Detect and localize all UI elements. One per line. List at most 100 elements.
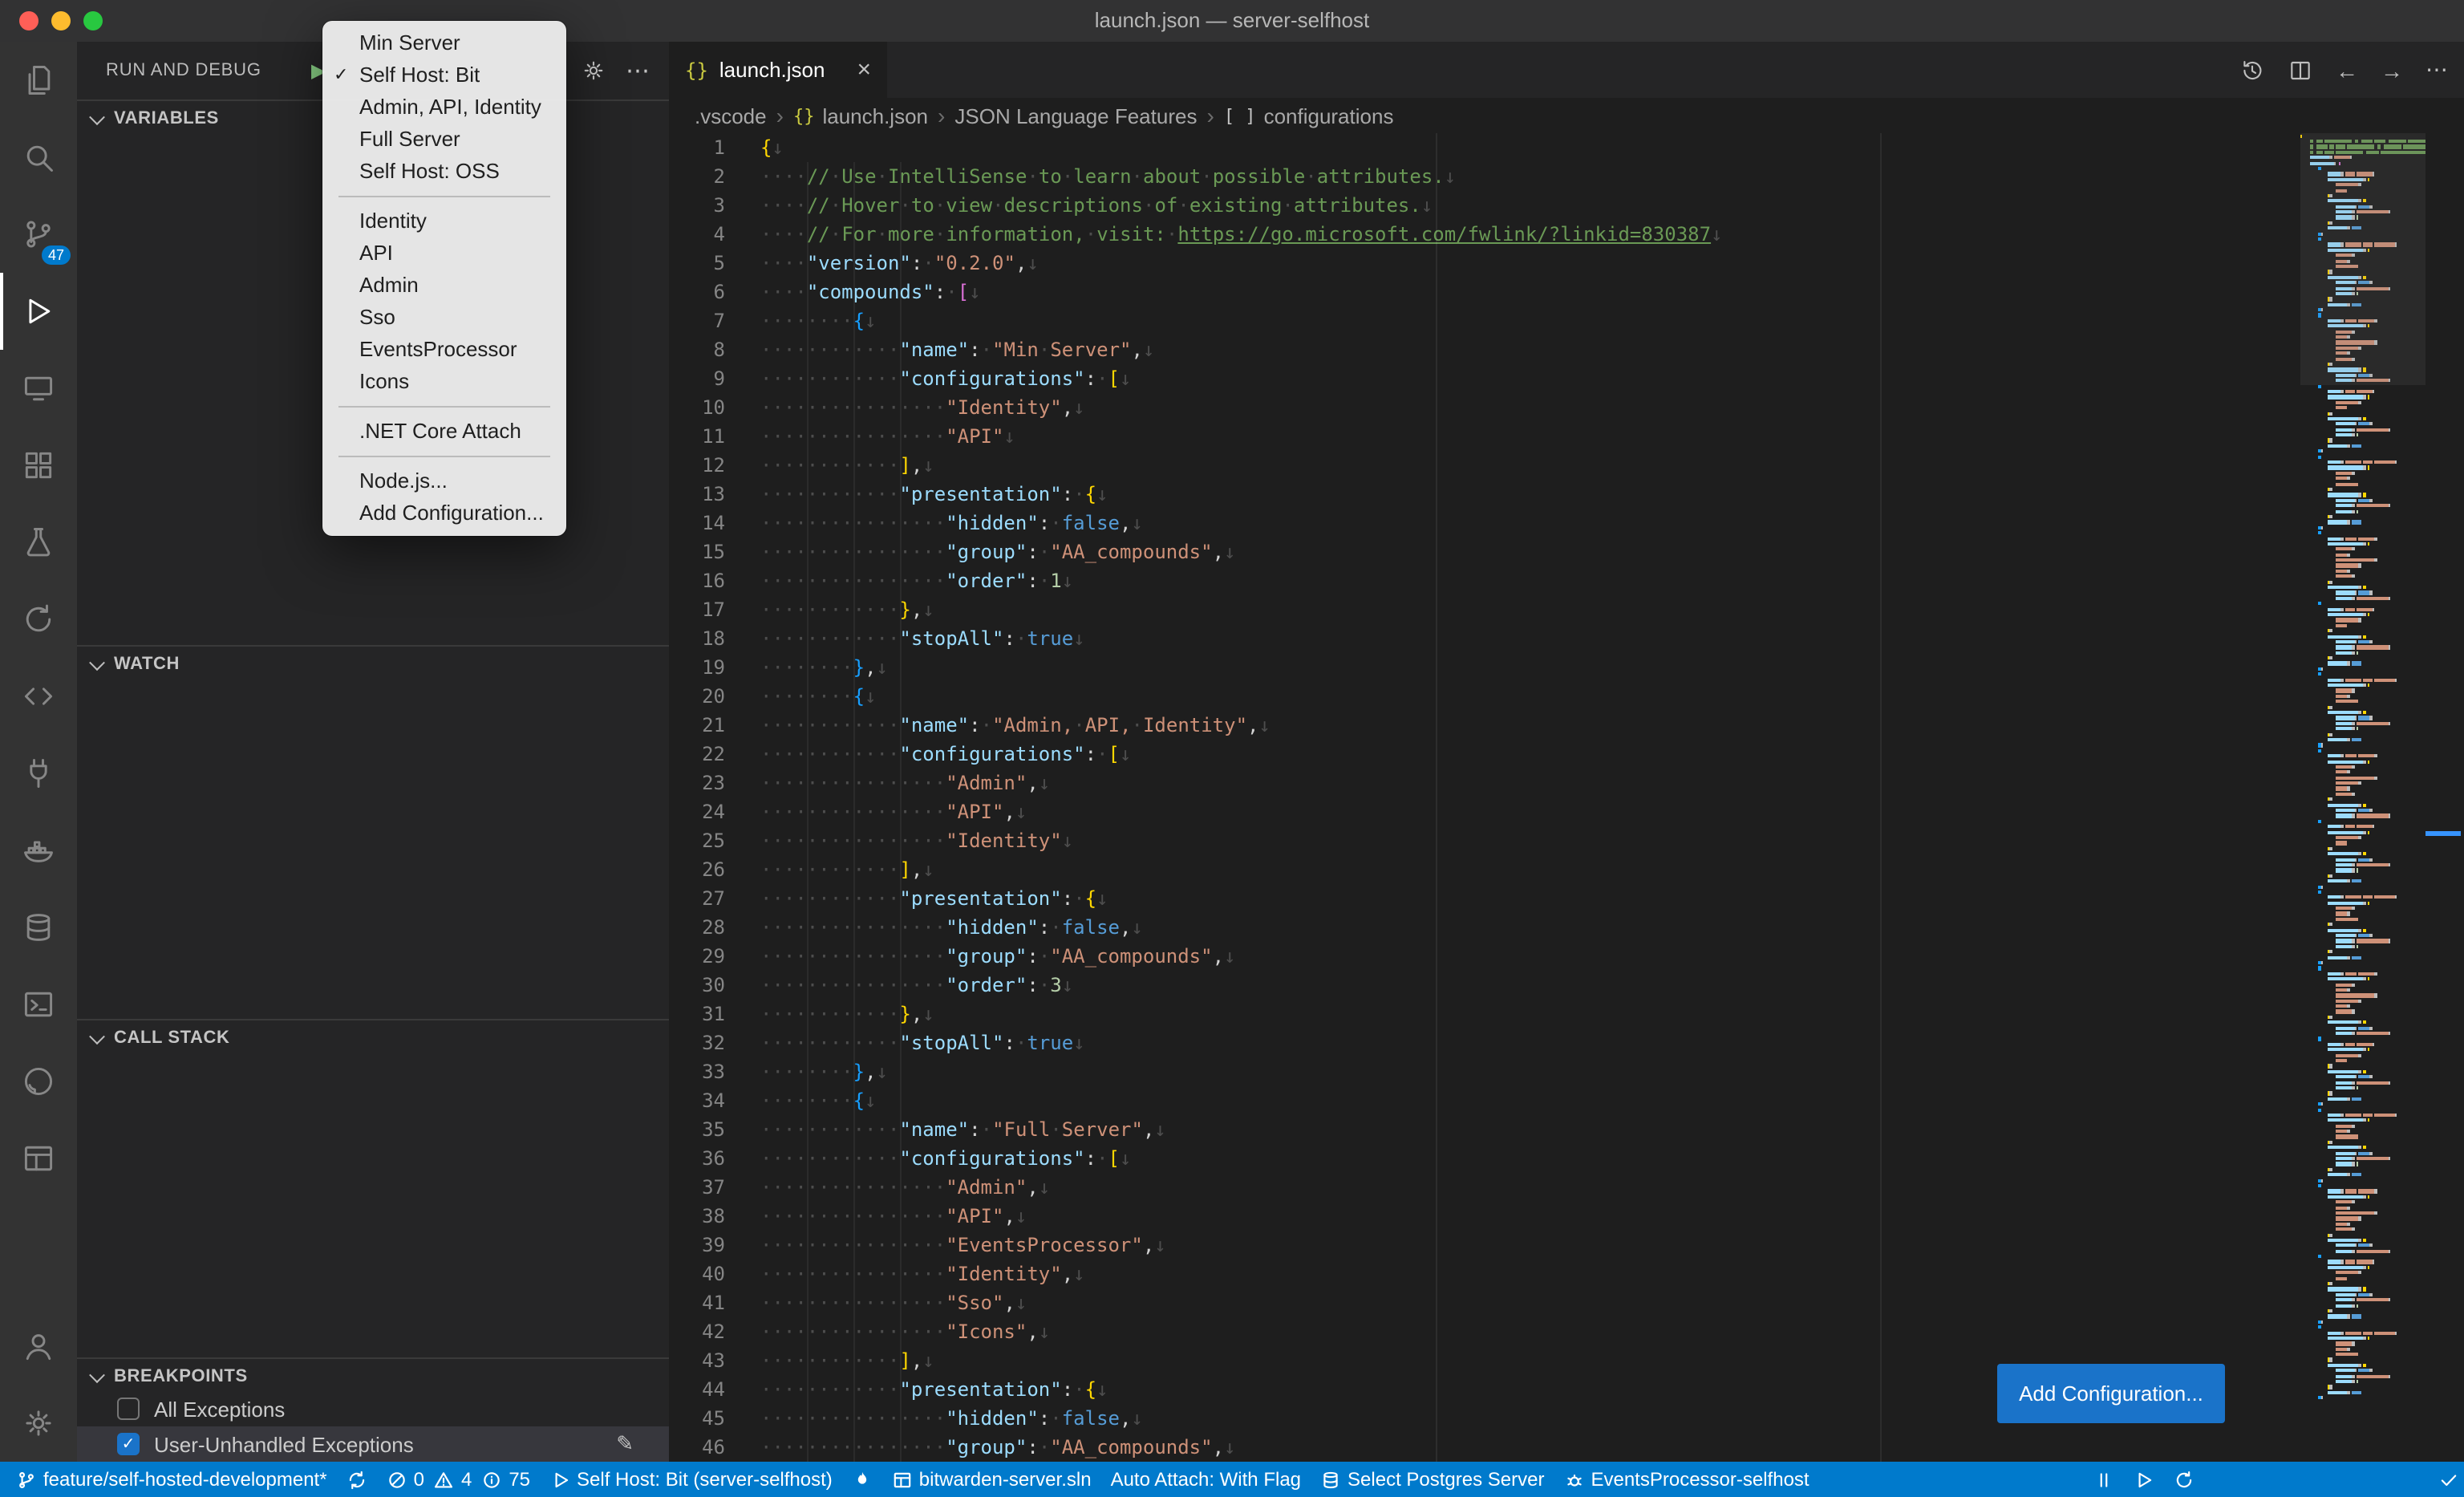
checkmark-icon: ✓ [334, 59, 348, 91]
menu-item[interactable]: Icons [322, 366, 566, 398]
tab-bar: {} launch.json × ← → ⋯ [669, 42, 2464, 98]
github-icon[interactable] [0, 1043, 77, 1120]
zoom-window-button[interactable] [83, 11, 103, 30]
history-icon[interactable] [2239, 57, 2265, 83]
breadcrumb-item[interactable]: .vscode [695, 103, 767, 128]
menu-item[interactable]: API [322, 237, 566, 270]
menu-item[interactable]: Sso [322, 302, 566, 334]
breakpoint-label: User-Unhandled Exceptions [154, 1432, 414, 1456]
docker-icon[interactable] [0, 812, 77, 889]
menu-item[interactable]: Self Host: OSS [322, 156, 566, 188]
explorer-icon[interactable] [0, 42, 77, 119]
menu-item[interactable]: EventsProcessor [322, 334, 566, 366]
pause-item[interactable] [2085, 1462, 2125, 1497]
debug-launch-item[interactable]: Self Host: Bit (server-selfhost) [540, 1462, 842, 1497]
database-icon[interactable] [0, 889, 77, 966]
breakpoint-row[interactable]: All Exceptions [77, 1391, 669, 1426]
line-number: 34 [669, 1086, 725, 1115]
menu-item[interactable]: Identity [322, 205, 566, 237]
debug-configuration-menu: Min Server✓Self Host: BitAdmin, API, Ide… [322, 21, 566, 536]
terminal-icon[interactable] [0, 966, 77, 1043]
extensions-icon[interactable] [0, 427, 77, 504]
breakpoint-checkbox[interactable]: ✓ [117, 1433, 140, 1455]
menu-item[interactable]: Min Server [322, 27, 566, 59]
add-configuration-button[interactable]: Add Configuration... [1997, 1364, 2225, 1423]
problems-item[interactable]: 0475 [377, 1462, 540, 1497]
menu-item[interactable]: Add Configuration... [322, 497, 566, 529]
line-number: 39 [669, 1231, 725, 1260]
edit-breakpoint-icon[interactable]: ✎ [616, 1431, 634, 1457]
line-number: 31 [669, 1000, 725, 1028]
code-line: 32············"stopAll":·true↓ [669, 1028, 2300, 1057]
git-sync-item[interactable] [337, 1462, 377, 1497]
git-branch-item[interactable]: feature/self-hosted-development* [6, 1462, 337, 1497]
traffic-lights [19, 0, 103, 42]
breadcrumb-item[interactable]: {}launch.json [793, 103, 928, 128]
auto-attach-item[interactable]: Auto Attach: With Flag [1101, 1462, 1311, 1497]
menu-item[interactable]: Admin, API, Identity [322, 91, 566, 124]
activity-bar-top: 47 [0, 42, 77, 1197]
code-line: 39················"EventsProcessor",↓ [669, 1231, 2300, 1260]
breadcrumb-item[interactable]: JSON Language Features [954, 103, 1197, 128]
code-line: 20········{↓ [669, 682, 2300, 711]
navigate-forward-icon[interactable]: → [2381, 57, 2403, 83]
brackets-icon[interactable] [0, 658, 77, 735]
watch-section-header[interactable]: WATCH [77, 645, 669, 682]
menu-item[interactable]: ✓Self Host: Bit [322, 59, 566, 91]
debug-settings-gear-icon[interactable] [581, 58, 606, 83]
editor-more-actions-icon[interactable]: ⋯ [2426, 56, 2448, 83]
source-control-icon[interactable]: 47 [0, 196, 77, 273]
breadcrumb-separator-icon: › [938, 103, 945, 128]
line-number: 29 [669, 942, 725, 971]
navigate-back-icon[interactable]: ← [2336, 57, 2358, 83]
nuget-icon[interactable] [0, 581, 77, 658]
spell-checker-item[interactable]: Spell [2430, 1462, 2464, 1497]
search-icon[interactable] [0, 119, 77, 196]
menu-item[interactable]: Node.js... [322, 465, 566, 497]
events-processor-item[interactable]: EventsProcessor-selfhost [1554, 1462, 1818, 1497]
breakpoints-section-header[interactable]: BREAKPOINTS [77, 1357, 669, 1394]
close-tab-icon[interactable]: × [857, 56, 871, 83]
minimap[interactable] [2300, 133, 2426, 1462]
accounts-icon[interactable] [0, 1308, 77, 1385]
close-window-button[interactable] [19, 11, 38, 30]
line-number: 21 [669, 711, 725, 740]
minimize-window-button[interactable] [51, 11, 71, 30]
solution-item[interactable]: bitwarden-server.sln [882, 1462, 1101, 1497]
flame-item[interactable] [842, 1462, 882, 1497]
menu-items: Min Server✓Self Host: BitAdmin, API, Ide… [322, 27, 566, 529]
call-stack-section-header[interactable]: CALL STACK [77, 1019, 669, 1056]
settings-gear-icon[interactable] [0, 1385, 77, 1462]
breakpoint-checkbox[interactable] [117, 1398, 140, 1420]
line-number: 8 [669, 335, 725, 364]
chevron-down-icon [89, 654, 105, 670]
restart-item[interactable] [2165, 1462, 2205, 1497]
activity-bar-bottom [0, 1308, 77, 1462]
layout-icon[interactable] [0, 1120, 77, 1197]
views-more-actions-icon[interactable]: ⋯ [626, 56, 650, 85]
menu-item[interactable]: Admin [322, 270, 566, 302]
remote-explorer-icon[interactable] [0, 350, 77, 427]
tab-launch-json[interactable]: {} launch.json × [669, 42, 887, 98]
line-number: 42 [669, 1317, 725, 1346]
section-label: CALL STACK [114, 1028, 230, 1048]
code-line: 31············},↓ [669, 1000, 2300, 1028]
breadcrumb-item[interactable]: [ ]configurations [1224, 103, 1394, 128]
code-line: 13············"presentation":·{↓ [669, 480, 2300, 509]
postgres-item[interactable]: Select Postgres Server [1311, 1462, 1554, 1497]
step-item[interactable] [2125, 1462, 2165, 1497]
plug-icon[interactable] [0, 735, 77, 812]
line-number: 10 [669, 393, 725, 422]
code-line: 30················"order":·3↓ [669, 971, 2300, 1000]
breakpoint-row[interactable]: ✓ User-Unhandled Exceptions ✎ [77, 1426, 669, 1462]
run-and-debug-icon[interactable] [0, 273, 77, 350]
testing-icon[interactable] [0, 504, 77, 581]
overview-ruler-marker [2426, 831, 2461, 836]
menu-item[interactable]: Full Server [322, 124, 566, 156]
code-editor[interactable]: 1{↓2····//·Use·IntelliSense·to·learn·abo… [669, 133, 2300, 1462]
editor-ruler [1880, 133, 1882, 1462]
minimap-slider[interactable] [2300, 133, 2426, 385]
line-number: 3 [669, 191, 725, 220]
split-editor-icon[interactable] [2288, 57, 2313, 83]
menu-item[interactable]: .NET Core Attach [322, 416, 566, 448]
